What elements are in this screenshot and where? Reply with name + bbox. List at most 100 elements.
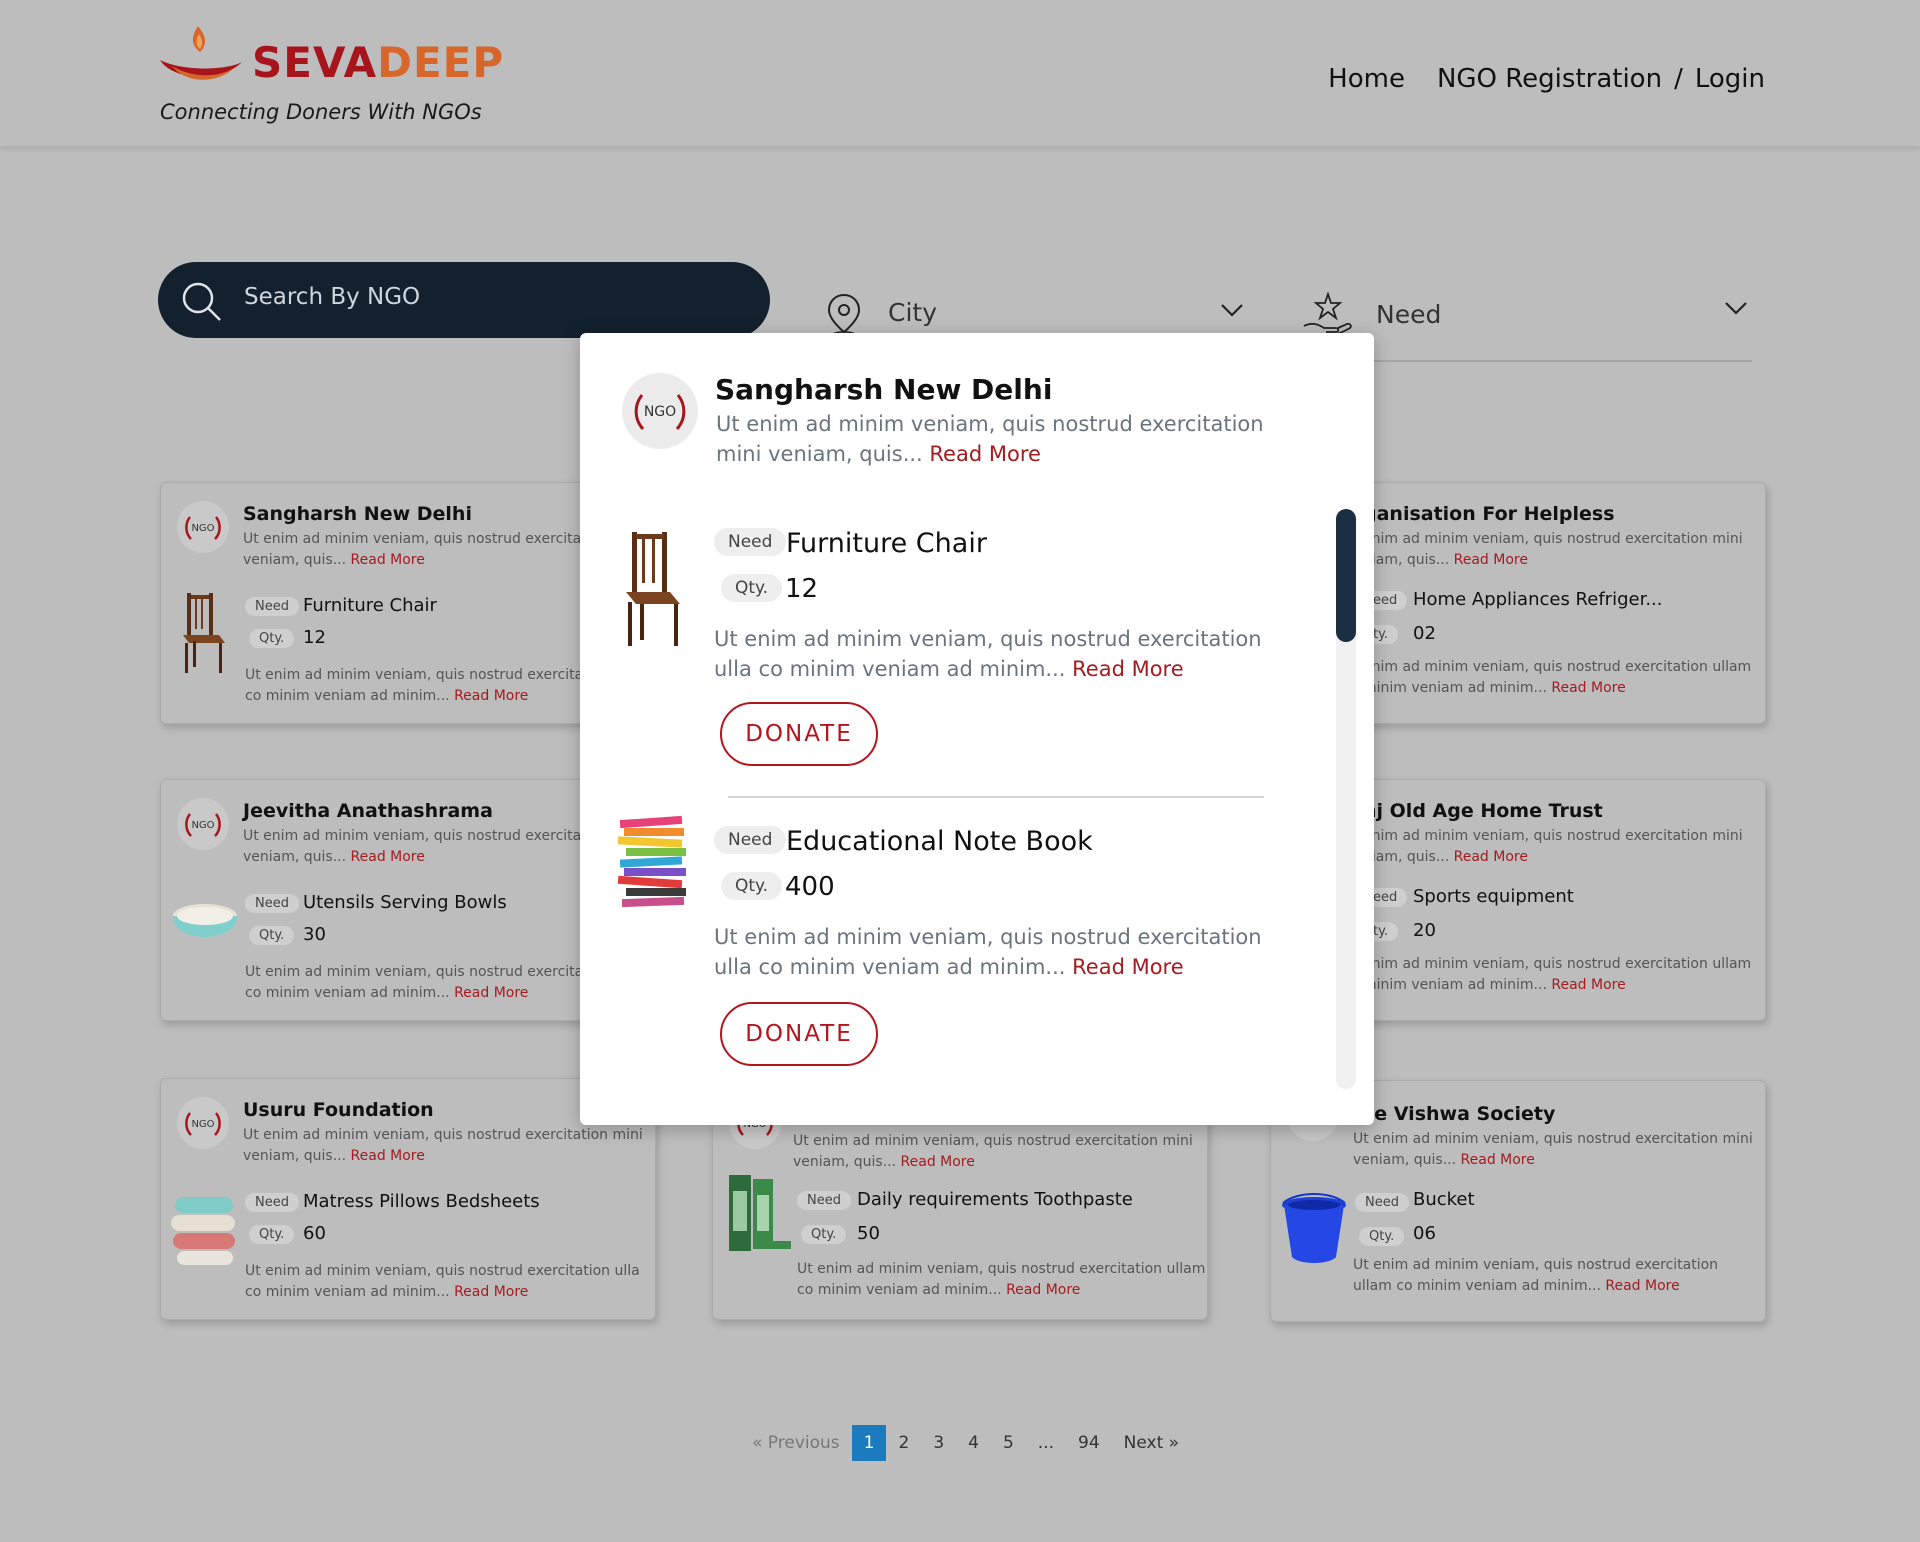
item-name: Daily requirements Toothpaste — [857, 1189, 1133, 1210]
pagination-page-2[interactable]: 2 — [886, 1425, 921, 1461]
read-more-link[interactable]: Read More — [1072, 657, 1184, 681]
read-more-link[interactable]: Read More — [1006, 1282, 1080, 1298]
read-more-link[interactable]: Read More — [454, 985, 528, 1001]
brand-logo[interactable]: SEVADEEP Connecting Doners With NGOs — [158, 24, 503, 134]
ngo-name[interactable]: Jeevitha Anathashrama — [243, 800, 493, 822]
ngo-badge: NGO — [622, 373, 698, 449]
donate-button[interactable]: DONATE — [720, 702, 878, 766]
ngo-badge: NGO — [177, 501, 229, 553]
pagination-previous[interactable]: « Previous — [740, 1425, 852, 1461]
item-qty: 02 — [1413, 623, 1436, 644]
qty-tag: Qty. — [801, 1225, 847, 1244]
item-qty: 400 — [785, 872, 835, 902]
main-nav: Home NGO Registration / Login — [1328, 64, 1765, 94]
item-description: enim ad minim veniam, quis nostrud exerc… — [1363, 956, 1752, 993]
svg-text:NGO: NGO — [191, 523, 214, 534]
nav-ngo-registration[interactable]: NGO Registration — [1437, 64, 1662, 94]
item-description: Ut enim ad minim veniam, quis nostrud ex… — [797, 1261, 1206, 1298]
ngo-name[interactable]: se Vishwa Society — [1363, 1103, 1555, 1125]
qty-tag: Qty. — [249, 926, 295, 945]
read-more-link[interactable]: Read More — [351, 849, 425, 865]
ngo-needs-modal: NGO Sangharsh New Delhi Ut enim ad minim… — [580, 333, 1374, 1125]
item-name: Matress Pillows Bedsheets — [303, 1191, 540, 1212]
need-tag: Need — [245, 1193, 299, 1212]
item-qty: 20 — [1413, 920, 1436, 941]
need-tag: Need — [714, 826, 787, 854]
svg-text:NGO: NGO — [191, 820, 214, 831]
ngo-description: Ut enim ad minim veniam, quis nostrud ex… — [243, 1127, 643, 1164]
ngo-laurel-icon: NGO — [185, 516, 221, 540]
qty-tag: Qty. — [721, 872, 783, 900]
modal-ngo-description: Ut enim ad minim veniam, quis nostrud ex… — [716, 412, 1264, 466]
ngo-badge: NGO — [177, 1097, 229, 1149]
ngo-description: enim ad minim veniam, quis nostrud exerc… — [1363, 828, 1743, 865]
nav-home[interactable]: Home — [1328, 64, 1405, 94]
read-more-link[interactable]: Read More — [1551, 680, 1625, 696]
ngo-badge: NGO — [177, 798, 229, 850]
donate-button[interactable]: DONATE — [720, 1002, 878, 1066]
item-name: Sports equipment — [1413, 886, 1574, 907]
ngo-name[interactable]: Usuru Foundation — [243, 1099, 434, 1121]
read-more-link[interactable]: Read More — [1461, 1152, 1535, 1168]
need-tag: Need — [714, 528, 787, 556]
toothpaste-image — [729, 1175, 791, 1251]
read-more-link[interactable]: Read More — [351, 1148, 425, 1164]
read-more-link[interactable]: Read More — [1072, 955, 1184, 979]
brand-wordmark: SEVADEEP — [252, 38, 505, 87]
nav-separator: / — [1674, 64, 1683, 94]
item-divider — [728, 796, 1264, 798]
pagination-page-3[interactable]: 3 — [921, 1425, 956, 1461]
svg-text:NGO: NGO — [191, 1119, 214, 1130]
city-label: City — [888, 298, 937, 327]
item-qty: 12 — [785, 574, 819, 604]
item-name: Bucket — [1413, 1189, 1475, 1210]
item-name: Furniture Chair — [786, 528, 987, 559]
ngo-laurel-icon: NGO — [185, 813, 221, 837]
read-more-link[interactable]: Read More — [454, 1284, 528, 1300]
pillows-image — [171, 1197, 235, 1265]
pagination-page-4[interactable]: 4 — [956, 1425, 991, 1461]
search-input[interactable]: Search By NGO — [158, 262, 770, 338]
bowl-image — [173, 904, 237, 937]
item-qty: 30 — [303, 924, 326, 945]
pagination-page-94[interactable]: 94 — [1066, 1425, 1112, 1461]
svg-text:NGO: NGO — [644, 404, 676, 420]
location-pin-icon — [827, 293, 861, 337]
need-label: Need — [1376, 300, 1442, 329]
read-more-link[interactable]: Read More — [929, 442, 1041, 466]
pagination-page-1[interactable]: 1 — [851, 1425, 887, 1461]
qty-tag: Qty. — [721, 574, 783, 602]
ngo-laurel-icon: NGO — [634, 394, 686, 431]
site-header: SEVADEEP Connecting Doners With NGOs Hom… — [0, 0, 1920, 148]
item-description: enim ad minim veniam, quis nostrud exerc… — [1363, 659, 1752, 696]
read-more-link[interactable]: Read More — [1454, 849, 1528, 865]
ngo-description: Ut enim ad minim veniam, quis nostrud ex… — [1353, 1131, 1753, 1168]
read-more-link[interactable]: Read More — [1551, 977, 1625, 993]
modal-ngo-name: Sangharsh New Delhi — [715, 373, 1053, 406]
pagination-next[interactable]: Next » — [1112, 1425, 1191, 1461]
need-tag: Need — [797, 1191, 851, 1210]
need-tag: Need — [1355, 1193, 1409, 1212]
need-tag: Need — [245, 894, 299, 913]
item-description: Ut enim ad minim veniam, quis nostrud ex… — [714, 925, 1262, 979]
read-more-link[interactable]: Read More — [1605, 1278, 1679, 1294]
ngo-name[interactable]: Sangharsh New Delhi — [243, 503, 472, 525]
pagination-ellipsis: ... — [1037, 1433, 1055, 1453]
pagination-page-5[interactable]: 5 — [991, 1425, 1026, 1461]
charity-star-icon — [1303, 292, 1352, 338]
read-more-link[interactable]: Read More — [454, 688, 528, 704]
search-placeholder: Search By NGO — [244, 284, 421, 310]
item-name: Home Appliances Refriger... — [1413, 589, 1663, 610]
modal-scrollbar-thumb[interactable] — [1336, 509, 1356, 642]
item-name: Utensils Serving Bowls — [303, 892, 507, 913]
pagination: « Previous 1 2 3 4 5 ... 94 Next » — [740, 1424, 1191, 1462]
ngo-name[interactable]: nj Old Age Home Trust — [1363, 800, 1603, 822]
read-more-link[interactable]: Read More — [901, 1154, 975, 1170]
ngo-name[interactable]: ganisation For Helpless — [1363, 503, 1615, 525]
read-more-link[interactable]: Read More — [1454, 552, 1528, 568]
ngo-laurel-icon: NGO — [185, 1112, 221, 1136]
diya-lamp-icon — [160, 26, 242, 80]
read-more-link[interactable]: Read More — [351, 552, 425, 568]
notebooks-image — [617, 815, 686, 908]
nav-login[interactable]: Login — [1695, 64, 1765, 94]
